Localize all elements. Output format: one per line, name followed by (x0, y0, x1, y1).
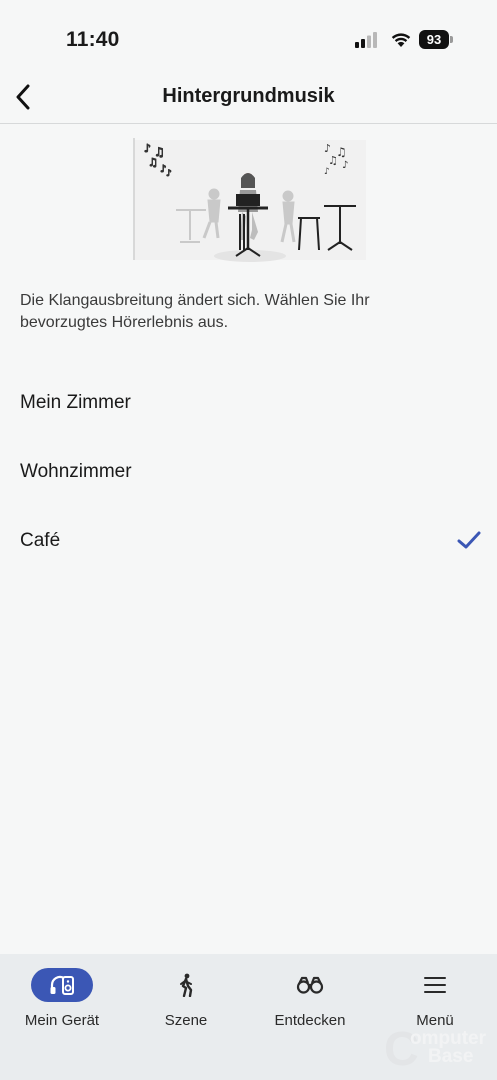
tab-icon-wrap (279, 968, 341, 1002)
battery-tip (450, 36, 453, 43)
headphones-speaker-icon (50, 975, 74, 995)
tab-mein-geraet[interactable]: Mein Gerät (0, 968, 124, 1038)
tab-label: Mein Gerät (24, 1012, 100, 1029)
svg-text:♫: ♫ (148, 156, 158, 169)
tab-label: Entdecken (274, 1012, 346, 1029)
tab-icon-wrap (155, 968, 217, 1002)
tab-szene[interactable]: Szene (124, 968, 248, 1038)
svg-text:♪: ♪ (166, 169, 172, 179)
nav-header: Hintergrundmusik (0, 72, 497, 124)
wifi-icon (391, 33, 411, 47)
walking-person-icon (180, 973, 193, 997)
option-label: Wohnzimmer (20, 461, 132, 482)
svg-text:♫: ♫ (328, 154, 338, 167)
hamburger-menu-icon (424, 977, 446, 993)
watermark-line2: Base (428, 1046, 474, 1067)
watermark-logo: C omputer Base (384, 1020, 494, 1078)
status-bar: 11:40 93 (0, 0, 497, 80)
option-mein-zimmer[interactable]: Mein Zimmer (0, 378, 497, 428)
tab-icon-wrap (404, 968, 466, 1002)
option-wohnzimmer[interactable]: Wohnzimmer (0, 447, 497, 497)
option-cafe[interactable]: Café (0, 516, 497, 566)
tab-entdecken[interactable]: Entdecken (248, 968, 372, 1038)
status-time: 11:40 (66, 28, 120, 51)
cafe-scene-illustration: ♪ ♫ ♫ ♪ ♪ ♪ ♫ ♫ ♪ ♪ (133, 138, 366, 262)
tab-active-indicator (31, 968, 93, 1002)
option-label: Café (20, 530, 61, 551)
page-title: Hintergrundmusik (162, 85, 335, 107)
option-label: Mein Zimmer (20, 392, 131, 413)
battery-icon: 93 (419, 30, 449, 49)
checkmark-icon (457, 531, 481, 549)
description-text: Die Klangausbreitung ändert sich. Wählen… (20, 292, 370, 331)
binoculars-icon (296, 976, 324, 994)
cellular-signal-icon (355, 32, 377, 48)
svg-text:♪: ♪ (144, 142, 151, 155)
svg-text:♪: ♪ (342, 160, 348, 171)
tab-label: Szene (164, 1012, 208, 1029)
svg-text:♪: ♪ (324, 167, 330, 177)
